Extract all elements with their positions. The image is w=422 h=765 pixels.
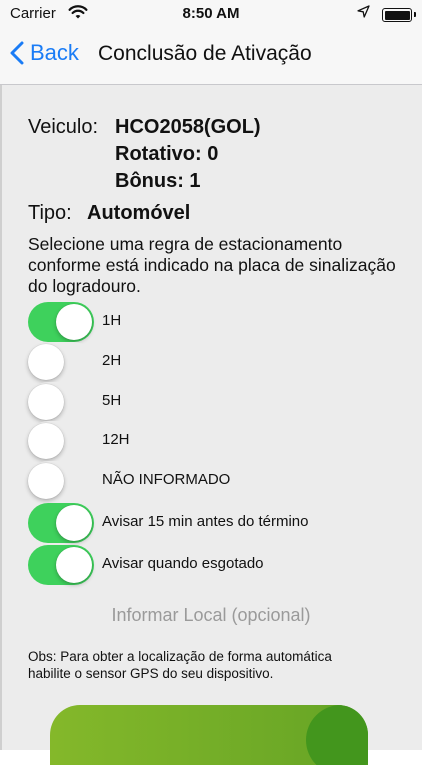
back-button[interactable]: Back — [10, 40, 79, 66]
rule-toggle-1h[interactable] — [28, 302, 94, 342]
left-edge-divider — [0, 85, 2, 750]
rotativo-count: Rotativo: 0 — [115, 143, 219, 165]
rule-toggle-12h[interactable] — [28, 421, 94, 461]
rule-row-nao-informado: NÃO INFORMADO — [28, 461, 418, 501]
rule-row-1h: 1H — [28, 302, 418, 342]
alert-toggle-esgotado[interactable] — [28, 545, 94, 585]
location-arrow-icon — [357, 5, 370, 22]
vehicle-label: Veiculo: — [28, 116, 99, 138]
rule-row-2h: 2H — [28, 342, 418, 382]
rule-toggle-nao-informado[interactable] — [28, 461, 94, 501]
chevron-left-icon — [10, 41, 24, 65]
confirm-button[interactable] — [50, 705, 368, 765]
rule-row-5h: 5H — [28, 382, 418, 422]
rule-instruction: Selecione uma regra de estacionamento co… — [28, 234, 396, 296]
alert-row-esgotado: Avisar quando esgotado — [28, 545, 418, 585]
page-title: Conclusão de Ativação — [98, 42, 312, 65]
status-bar: Carrier 8:50 AM — [0, 0, 422, 28]
rule-label: 2H — [102, 352, 122, 369]
bonus-count: Bônus: 1 — [115, 170, 201, 192]
alert-label: Avisar quando esgotado — [102, 555, 264, 572]
tipo-label: Tipo: — [28, 202, 72, 224]
rule-row-12h: 12H — [28, 421, 418, 461]
button-circle-decoration — [306, 705, 368, 765]
rule-label: NÃO INFORMADO — [102, 471, 231, 488]
rule-label: 12H — [102, 431, 130, 448]
battery-icon — [382, 8, 416, 22]
alert-toggle-15min[interactable] — [28, 503, 94, 543]
alert-row-15min: Avisar 15 min antes do término — [28, 503, 418, 543]
rule-toggle-2h[interactable] — [28, 342, 94, 382]
back-label[interactable]: Back — [30, 40, 79, 66]
informar-local-button[interactable]: Informar Local (opcional) — [0, 605, 422, 626]
navigation-bar: Back Conclusão de Ativação — [0, 28, 422, 85]
gps-note: Obs: Para obter a localização de forma a… — [28, 649, 332, 681]
rule-label: 1H — [102, 312, 122, 329]
tipo-value: Automóvel — [87, 202, 191, 224]
rule-label: 5H — [102, 392, 122, 409]
rule-toggle-5h[interactable] — [28, 382, 94, 422]
vehicle-plate: HCO2058(GOL) — [115, 116, 261, 138]
alert-label: Avisar 15 min antes do término — [102, 513, 309, 530]
